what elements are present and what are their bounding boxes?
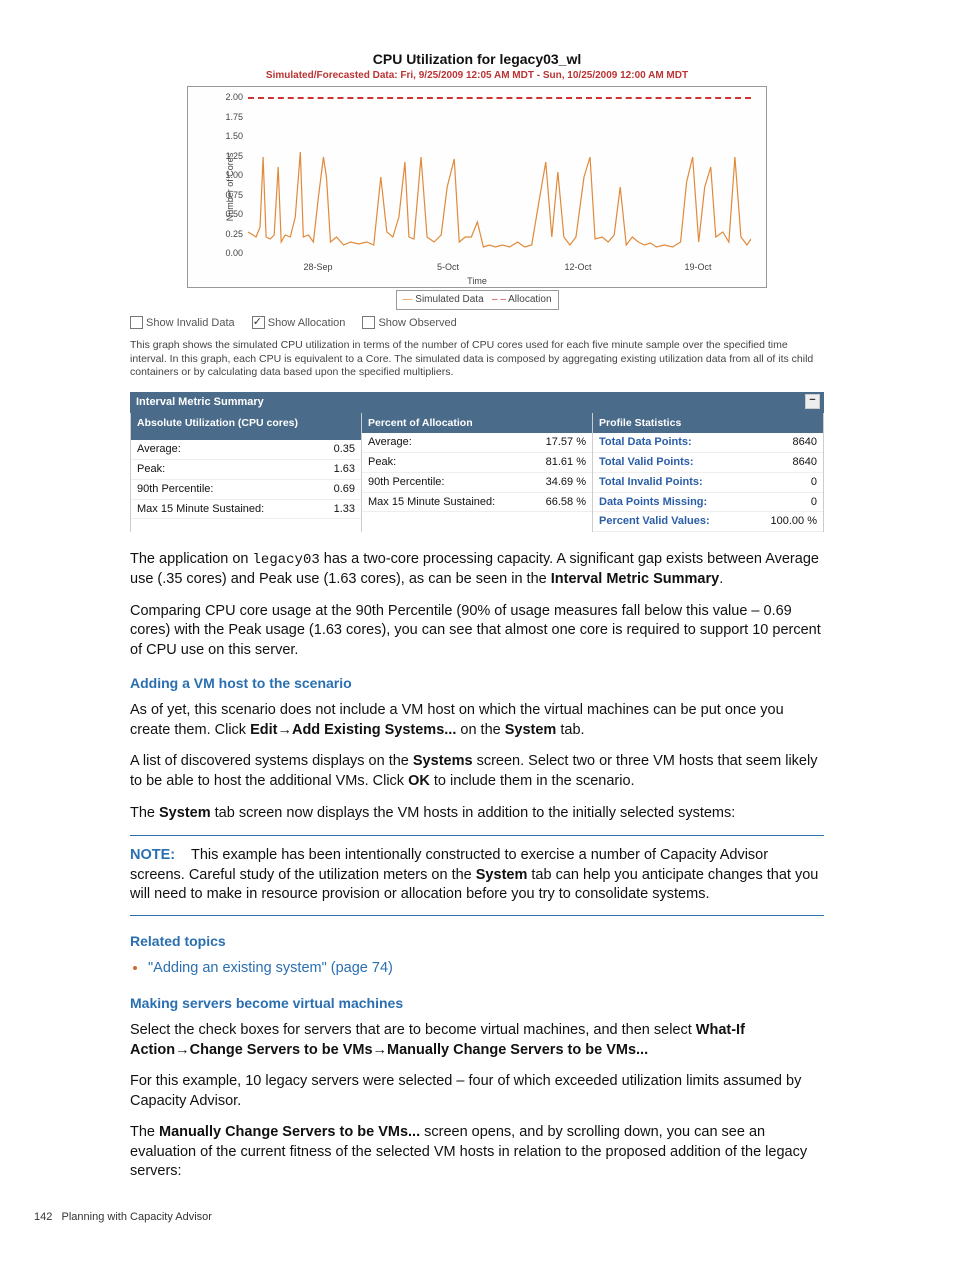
ytick: 0.75: [188, 189, 247, 201]
ims-col-absolute: Absolute Utilization (CPU cores) Average…: [131, 413, 362, 532]
body-content: The application on legacy03 has a two-co…: [130, 550, 824, 1182]
related-link[interactable]: "Adding an existing system" (page 74): [148, 960, 393, 976]
cpu-utilization-chart: CPU Utilization for legacy03_wl Simulate…: [187, 50, 767, 310]
show-allocation-checkbox[interactable]: Show Allocation: [252, 317, 346, 329]
ytick: 2.00: [188, 91, 247, 103]
paragraph: The application on legacy03 has a two-co…: [130, 550, 824, 589]
xtick: 5-Oct: [437, 261, 459, 273]
page-footer: 142 Planning with Capacity Advisor: [34, 1210, 924, 1225]
chart-plot-area: Number of Cores 2.00 1.75 1.50 1.25 1.00…: [187, 86, 767, 288]
ytick: 1.25: [188, 150, 247, 162]
heading-adding-vm-host: Adding a VM host to the scenario: [130, 674, 824, 693]
ytick: 1.75: [188, 111, 247, 123]
chart-caption: This graph shows the simulated CPU utili…: [130, 339, 824, 380]
chart-x-axis-label: Time: [188, 275, 766, 287]
interval-metric-summary: Interval Metric Summary − Absolute Utili…: [130, 392, 824, 532]
paragraph: The Manually Change Servers to be VMs...…: [130, 1123, 824, 1182]
chart-title: CPU Utilization for legacy03_wl: [187, 50, 767, 69]
ims-header: Interval Metric Summary −: [130, 392, 824, 413]
paragraph: The System tab screen now displays the V…: [130, 804, 824, 824]
note-label: NOTE:: [130, 847, 175, 863]
show-observed-checkbox[interactable]: Show Observed: [362, 317, 456, 329]
chart-options-row: Show Invalid Data Show Allocation Show O…: [130, 316, 924, 331]
ims-col-profile: Profile Statistics Total Data Points:864…: [593, 413, 824, 532]
heading-related-topics: Related topics: [130, 932, 824, 951]
paragraph: Comparing CPU core usage at the 90th Per…: [130, 602, 824, 661]
note-block: NOTE: This example has been intentionall…: [130, 835, 824, 916]
show-invalid-checkbox[interactable]: Show Invalid Data: [130, 317, 235, 329]
legend-allocation: Allocation: [508, 294, 551, 305]
heading-making-servers-vms: Making servers become virtual machines: [130, 994, 824, 1013]
ytick: 0.25: [188, 228, 247, 240]
paragraph: For this example, 10 legacy servers were…: [130, 1072, 824, 1111]
collapse-icon[interactable]: −: [805, 394, 820, 409]
xtick: 12-Oct: [564, 261, 591, 273]
paragraph: Select the check boxes for servers that …: [130, 1021, 824, 1060]
ims-col-header: Profile Statistics: [593, 413, 823, 433]
ytick: 0.50: [188, 208, 247, 220]
paragraph: A list of discovered systems displays on…: [130, 752, 824, 791]
related-topics-list: "Adding an existing system" (page 74): [148, 959, 824, 979]
simulated-data-line: [248, 97, 751, 257]
chart-subtitle: Simulated/Forecasted Data: Fri, 9/25/200…: [187, 69, 767, 83]
ims-col-header: Absolute Utilization (CPU cores): [131, 413, 361, 440]
chart-legend: — Simulated Data – – Allocation: [396, 290, 559, 310]
xtick: 19-Oct: [684, 261, 711, 273]
footer-section: Planning with Capacity Advisor: [62, 1211, 212, 1223]
paragraph: As of yet, this scenario does not includ…: [130, 701, 824, 740]
ytick: 1.50: [188, 130, 247, 142]
ytick: 0.00: [188, 247, 247, 259]
page-number: 142: [34, 1211, 52, 1223]
ytick: 1.00: [188, 169, 247, 181]
legend-simulated: Simulated Data: [415, 294, 483, 305]
ims-col-header: Percent of Allocation: [362, 413, 592, 433]
ims-col-percent: Percent of Allocation Average:17.57 % Pe…: [362, 413, 593, 532]
xtick: 28-Sep: [303, 261, 332, 273]
